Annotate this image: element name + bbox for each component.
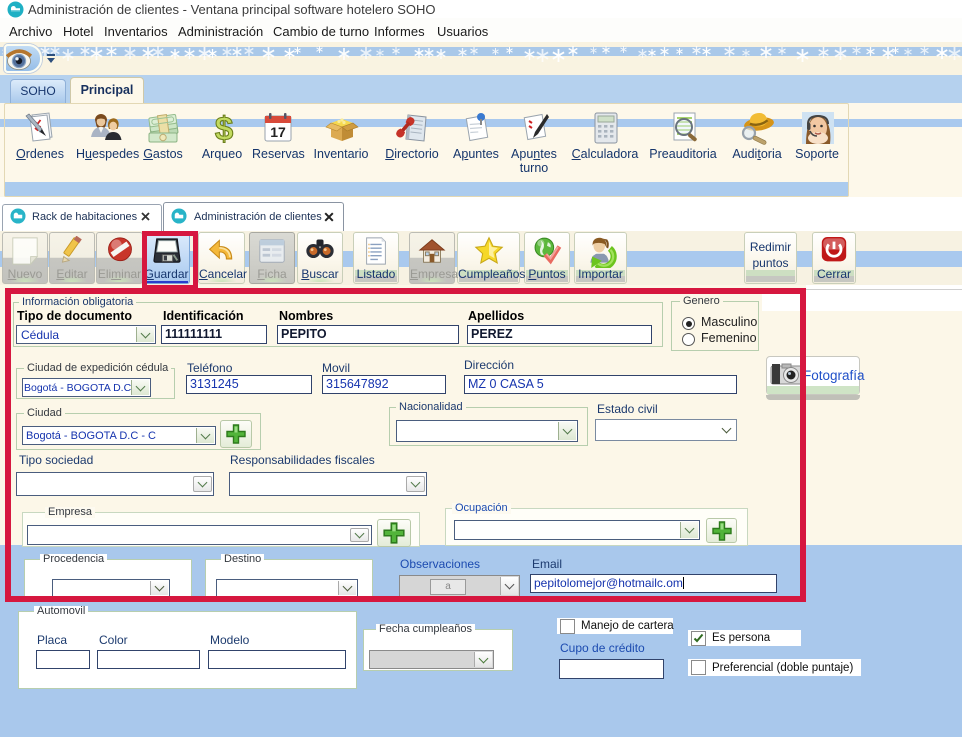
svg-text:$: $	[215, 110, 233, 146]
svg-text:17: 17	[270, 124, 286, 140]
